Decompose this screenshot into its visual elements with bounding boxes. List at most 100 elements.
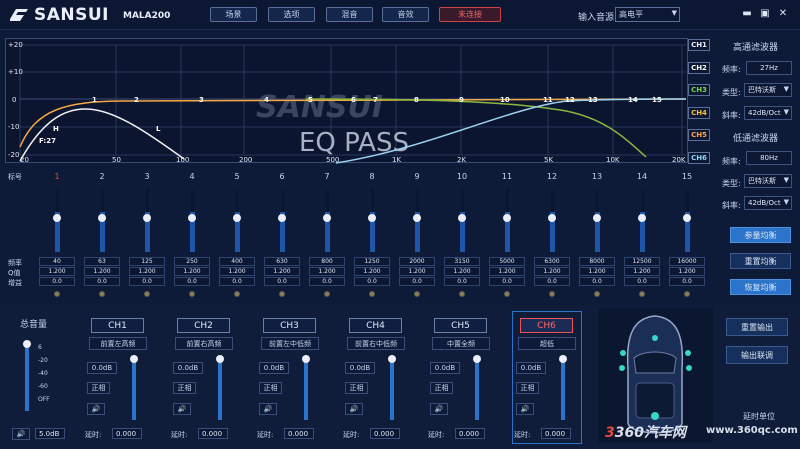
band-slider-knob[interactable] <box>188 214 196 222</box>
channel-position-select[interactable]: 前置右高频 <box>175 337 233 350</box>
effects-button[interactable]: 音效 <box>382 7 429 22</box>
channel-mute-speaker-icon[interactable]: 🔊 <box>173 403 191 415</box>
band-slider-knob[interactable] <box>683 214 691 222</box>
band-freq-input[interactable]: 2000 <box>399 257 435 266</box>
highpass-freq-input[interactable]: 27Hz <box>746 61 792 75</box>
channel-volume-knob[interactable] <box>473 355 481 363</box>
scene-button[interactable]: 场景 <box>210 7 257 22</box>
channel-delay-input[interactable]: 0.000 <box>370 428 400 439</box>
graph-ch4-toggle[interactable]: CH4 <box>688 107 710 119</box>
restore-eq-button[interactable]: 恢复均衡 <box>730 279 791 295</box>
channel-volume-slider[interactable] <box>475 358 479 420</box>
channel-delay-input[interactable]: 0.000 <box>541 428 571 439</box>
channel-position-select[interactable]: 前置左中低频 <box>261 337 319 350</box>
master-speaker-icon[interactable]: 🔊 <box>12 428 30 440</box>
channel-select-button[interactable]: CH5 <box>434 318 487 333</box>
band-slider-knob[interactable] <box>503 214 511 222</box>
channel-select-button[interactable]: CH1 <box>91 318 144 333</box>
band-bypass-toggle[interactable] <box>684 291 690 297</box>
channel-select-button[interactable]: CH3 <box>263 318 316 333</box>
band-q-input[interactable]: 1.200 <box>444 267 480 276</box>
lowpass-slope-select[interactable]: 42dB/Oct ▼ <box>744 196 792 210</box>
band-q-input[interactable]: 1.200 <box>129 267 165 276</box>
channel-delay-input[interactable]: 0.000 <box>198 428 228 439</box>
channel-phase-button[interactable]: 正相 <box>87 382 110 394</box>
channel-mute-speaker-icon[interactable]: 🔊 <box>259 403 277 415</box>
band-gain-input[interactable]: 0.0 <box>444 277 480 286</box>
band-gain-input[interactable]: 0.0 <box>129 277 165 286</box>
input-source-select[interactable]: 高电平 ▼ <box>615 7 680 22</box>
band-gain-input[interactable]: 0.0 <box>309 277 345 286</box>
band-gain-input[interactable]: 0.0 <box>534 277 570 286</box>
band-slider-knob[interactable] <box>593 214 601 222</box>
minimize-icon[interactable]: ▬ <box>741 7 753 19</box>
band-freq-input[interactable]: 630 <box>264 257 300 266</box>
param-eq-button[interactable]: 参量均衡 <box>730 227 791 243</box>
channel-level-input[interactable]: 0.0dB <box>345 362 375 374</box>
band-slider-knob[interactable] <box>323 214 331 222</box>
band-gain-input[interactable]: 0.0 <box>354 277 390 286</box>
band-slider-knob[interactable] <box>98 214 106 222</box>
band-freq-input[interactable]: 5000 <box>489 257 525 266</box>
eq-graph[interactable]: SANSUI EQ PASS +20 +10 0 -10 -20 20 50 1… <box>5 38 688 164</box>
graph-ch2-toggle[interactable]: CH2 <box>688 62 710 74</box>
band-bypass-toggle[interactable] <box>234 291 240 297</box>
channel-level-input[interactable]: 0.0dB <box>430 362 460 374</box>
band-freq-input[interactable]: 40 <box>39 257 75 266</box>
channel-volume-slider[interactable] <box>132 358 136 420</box>
band-bypass-toggle[interactable] <box>504 291 510 297</box>
band-q-input[interactable]: 1.200 <box>219 267 255 276</box>
band-q-input[interactable]: 1.200 <box>399 267 435 276</box>
master-volume-knob[interactable] <box>23 340 31 348</box>
band-q-input[interactable]: 1.200 <box>309 267 345 276</box>
master-volume-value[interactable]: 5.0dB <box>35 428 65 439</box>
close-icon[interactable]: ✕ <box>777 7 789 19</box>
band-slider-knob[interactable] <box>638 214 646 222</box>
band-bypass-toggle[interactable] <box>189 291 195 297</box>
highpass-slope-select[interactable]: 42dB/Oct ▼ <box>744 106 792 120</box>
channel-select-button[interactable]: CH2 <box>177 318 230 333</box>
band-freq-input[interactable]: 250 <box>174 257 210 266</box>
band-q-input[interactable]: 1.200 <box>669 267 705 276</box>
channel-volume-slider[interactable] <box>304 358 308 420</box>
band-freq-input[interactable]: 1250 <box>354 257 390 266</box>
graph-ch1-toggle[interactable]: CH1 <box>688 39 710 51</box>
band-q-input[interactable]: 1.200 <box>489 267 525 276</box>
band-gain-input[interactable]: 0.0 <box>579 277 615 286</box>
channel-volume-slider[interactable] <box>218 358 222 420</box>
band-bypass-toggle[interactable] <box>144 291 150 297</box>
band-bypass-toggle[interactable] <box>594 291 600 297</box>
channel-position-select[interactable]: 中置全频 <box>432 337 490 350</box>
channel-level-input[interactable]: 0.0dB <box>516 362 546 374</box>
band-gain-input[interactable]: 0.0 <box>39 277 75 286</box>
band-gain-input[interactable]: 0.0 <box>669 277 705 286</box>
options-button[interactable]: 选项 <box>268 7 315 22</box>
channel-volume-knob[interactable] <box>216 355 224 363</box>
band-bypass-toggle[interactable] <box>324 291 330 297</box>
band-slider-knob[interactable] <box>368 214 376 222</box>
band-bypass-toggle[interactable] <box>639 291 645 297</box>
channel-level-input[interactable]: 0.0dB <box>259 362 289 374</box>
band-freq-input[interactable]: 12500 <box>624 257 660 266</box>
reset-eq-button[interactable]: 重置均衡 <box>730 253 791 269</box>
channel-select-button[interactable]: CH4 <box>349 318 402 333</box>
channel-position-select[interactable]: 超低 <box>518 337 576 350</box>
channel-delay-input[interactable]: 0.000 <box>284 428 314 439</box>
band-gain-input[interactable]: 0.0 <box>489 277 525 286</box>
band-bypass-toggle[interactable] <box>459 291 465 297</box>
band-gain-input[interactable]: 0.0 <box>84 277 120 286</box>
band-gain-input[interactable]: 0.0 <box>399 277 435 286</box>
channel-mute-speaker-icon[interactable]: 🔊 <box>430 403 448 415</box>
channel-volume-knob[interactable] <box>559 355 567 363</box>
band-slider-knob[interactable] <box>458 214 466 222</box>
band-q-input[interactable]: 1.200 <box>534 267 570 276</box>
band-slider-knob[interactable] <box>278 214 286 222</box>
graph-ch6-toggle[interactable]: CH6 <box>688 152 710 164</box>
band-q-input[interactable]: 1.200 <box>264 267 300 276</box>
band-freq-input[interactable]: 63 <box>84 257 120 266</box>
band-bypass-toggle[interactable] <box>369 291 375 297</box>
band-freq-input[interactable]: 3150 <box>444 257 480 266</box>
lowpass-type-select[interactable]: 巴特沃斯 ▼ <box>744 174 792 188</box>
channel-level-input[interactable]: 0.0dB <box>173 362 203 374</box>
channel-volume-slider[interactable] <box>561 358 565 420</box>
